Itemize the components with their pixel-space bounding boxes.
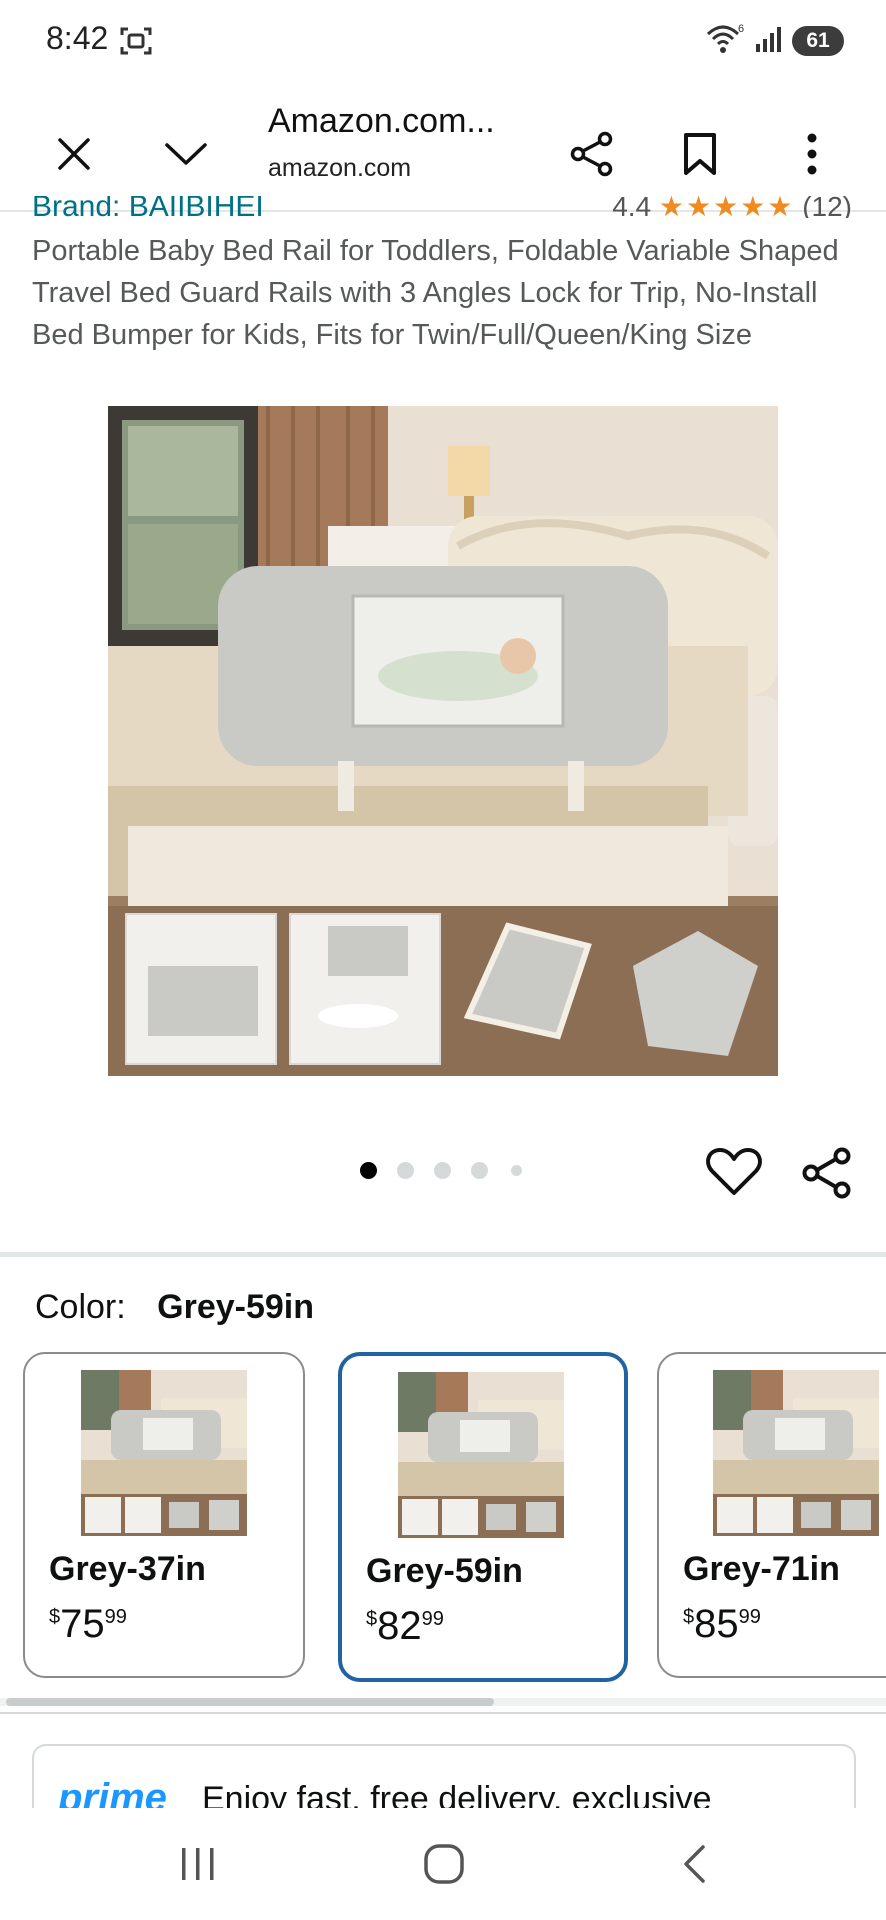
signal-icon [756, 27, 781, 52]
wishlist-button[interactable] [706, 1146, 762, 1198]
rating[interactable]: 4.4 ★★★★★ (12) [612, 196, 852, 218]
carousel-dot[interactable] [434, 1162, 451, 1179]
product-image[interactable] [108, 406, 778, 1076]
brand-rating-row: Brand: BAIIBIHEI 4.4 ★★★★★ (12) [32, 196, 852, 218]
color-label: Color: [35, 1288, 126, 1326]
battery-indicator: 61 [792, 26, 844, 56]
price-currency: $ [366, 1608, 378, 1630]
bookmark-icon [684, 133, 716, 175]
bookmark-button[interactable] [664, 118, 736, 190]
collapse-button[interactable] [150, 118, 222, 190]
rating-value: 4.4 [612, 196, 652, 218]
variant-option[interactable]: Grey-37in $7599 [23, 1352, 305, 1678]
variant-scrollbar-thumb[interactable] [6, 1698, 494, 1706]
close-tab-button[interactable] [38, 118, 110, 190]
status-time: 8:42 [46, 20, 109, 56]
wifi-superscript: 6 [738, 23, 744, 35]
carousel-dot[interactable] [511, 1165, 522, 1176]
share-product-button[interactable] [800, 1146, 854, 1200]
back-icon [684, 1845, 705, 1883]
price-cents: 99 [738, 1606, 761, 1628]
price-whole: 82 [377, 1604, 422, 1648]
screenshot-icon [120, 27, 152, 55]
image-carousel-indicator [360, 1162, 530, 1182]
color-selector-label: Color: Grey-59in [35, 1288, 314, 1327]
variant-thumbnail [713, 1370, 879, 1536]
variant-price: $7599 [49, 1602, 127, 1647]
price-cents: 99 [104, 1606, 127, 1628]
price-whole: 75 [60, 1602, 105, 1646]
system-navigation-bar [0, 1808, 886, 1920]
recent-apps-icon [182, 1848, 214, 1880]
variant-name: Grey-59in [366, 1552, 523, 1590]
selected-color: Grey-59in [157, 1288, 315, 1326]
section-divider [0, 1252, 886, 1257]
heart-icon [706, 1148, 762, 1195]
page-title[interactable]: Amazon.com... [268, 102, 495, 141]
price-cents: 99 [421, 1608, 444, 1630]
carousel-dot[interactable] [397, 1162, 414, 1179]
price-currency: $ [49, 1606, 61, 1628]
star-rating-icon: ★★★★★ [658, 196, 795, 218]
variant-option-selected[interactable]: Grey-59in $8299 [338, 1352, 628, 1682]
recent-apps-button[interactable] [158, 1834, 238, 1894]
page-domain[interactable]: amazon.com [268, 154, 411, 183]
status-bar: 8:42 6 61 [0, 0, 886, 80]
home-icon [424, 1844, 464, 1884]
variant-thumbnail [81, 1370, 247, 1536]
variant-name: Grey-71in [683, 1550, 840, 1588]
more-options-button[interactable] [776, 118, 848, 190]
rating-count: (12) [802, 196, 852, 218]
variant-name: Grey-37in [49, 1550, 206, 1588]
variant-option[interactable]: Grey-71in $8599 [657, 1352, 886, 1678]
more-vertical-icon [807, 133, 817, 175]
variant-price: $8599 [683, 1602, 761, 1647]
product-photo [108, 406, 778, 1076]
price-whole: 85 [694, 1602, 739, 1646]
home-button[interactable] [404, 1834, 484, 1894]
carousel-dot[interactable] [360, 1162, 377, 1179]
variant-thumbnail [398, 1372, 564, 1538]
wifi-icon: 6 [706, 23, 744, 53]
share-icon [570, 131, 613, 177]
section-divider [0, 1712, 886, 1714]
share-icon [802, 1147, 851, 1199]
chevron-down-icon [165, 143, 207, 165]
close-icon [58, 138, 90, 170]
browser-toolbar: Amazon.com... amazon.com [0, 80, 886, 212]
back-button[interactable] [654, 1834, 734, 1894]
brand-link[interactable]: Brand: BAIIBIHEI [32, 196, 264, 218]
product-title: Portable Baby Bed Rail for Toddlers, Fol… [32, 235, 839, 351]
price-currency: $ [683, 1606, 695, 1628]
carousel-dot[interactable] [471, 1162, 488, 1179]
variant-price: $8299 [366, 1604, 444, 1649]
share-page-button[interactable] [556, 118, 628, 190]
